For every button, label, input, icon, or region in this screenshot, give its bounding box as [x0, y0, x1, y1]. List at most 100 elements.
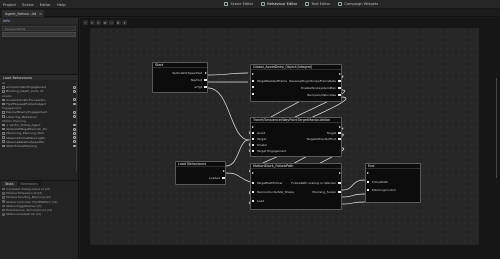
task-item[interactable]: Status:simplesC.lib (ld) [2, 212, 76, 216]
pin[interactable] [338, 137, 341, 140]
pin[interactable] [338, 190, 341, 193]
checkbox-icon[interactable] [2, 98, 5, 102]
tab-scene-editor-label: Scene Editor [230, 2, 254, 6]
pin[interactable] [366, 180, 369, 183]
checkbox-icon[interactable] [2, 85, 5, 89]
node-start[interactable]: Start VerticalDirSpeedSet Tap/Out aiTgt [152, 62, 208, 93]
pin[interactable] [338, 93, 341, 96]
toolbar-button[interactable]: ▾ [122, 20, 127, 25]
pin[interactable] [204, 78, 207, 81]
pin[interactable] [251, 143, 254, 146]
pin-exec[interactable] [338, 172, 341, 174]
checkbox-icon[interactable] [2, 144, 5, 148]
toolbar-button[interactable]: ⟲ [89, 20, 95, 25]
node-global-avoid[interactable]: Global_AvoidDeep_Object(Integral) Target… [250, 64, 342, 102]
unique-name-label: Unique Name [2, 26, 76, 31]
text-icon [305, 2, 310, 6]
pin-exec[interactable] [251, 73, 254, 75]
canvas-toolbar: + ⟲ ⟳ ⊞ ▭ ⚙ ▾ [83, 20, 127, 25]
tab-tasks[interactable]: Tasks [2, 181, 17, 186]
pin[interactable] [251, 199, 254, 202]
canvas-scrollbar[interactable] [495, 78, 497, 178]
checkbox-icon[interactable] [2, 123, 5, 127]
port-label: FollowPath scaling on Wander [291, 181, 336, 185]
pin-exec[interactable] [251, 126, 254, 128]
task-icon [2, 196, 5, 199]
pin[interactable] [251, 190, 254, 193]
task-icon [2, 208, 5, 212]
pin[interactable] [366, 188, 369, 191]
pin-exec[interactable] [338, 73, 341, 75]
node-motion-follow-path[interactable]: MotionBlock_FollowPath TargetPathFollow … [250, 163, 342, 210]
pin[interactable] [251, 131, 254, 134]
port-label: Kinetic [257, 143, 268, 147]
menu-project[interactable]: Project [0, 2, 19, 7]
scene-icon [224, 2, 229, 6]
toolbar-button[interactable]: ⊞ [102, 20, 108, 25]
toolbar-button[interactable]: + [83, 20, 88, 25]
checkbox-icon[interactable] [2, 127, 5, 131]
tab-text-editor[interactable]: Text Editor [305, 2, 330, 6]
port-label: Avoid [257, 131, 266, 135]
pin-exec[interactable] [222, 170, 225, 172]
pin[interactable] [251, 149, 254, 152]
pin-exec[interactable] [251, 172, 254, 174]
port-label: Target [326, 131, 336, 135]
checkbox-icon[interactable] [2, 140, 5, 144]
tab-scene-editor[interactable]: Scene Editor [224, 2, 253, 6]
document-tab[interactable]: Agent_Behav...ild × [2, 10, 44, 17]
port-label: ReconstructedVel_Shape [257, 190, 295, 194]
port-label: Target [257, 137, 267, 141]
checkbox-icon[interactable] [2, 102, 5, 106]
behaviour-list: AI aimAutomaticEngagement Blocking_Death_C… [0, 80, 78, 180]
pin[interactable] [251, 93, 254, 96]
menu-help[interactable]: Help [54, 2, 69, 7]
behaviour-scrollbar[interactable] [75, 82, 77, 172]
unique-name-input[interactable] [2, 32, 76, 37]
pin[interactable] [222, 176, 225, 179]
menu-scene[interactable]: Scene [19, 2, 37, 7]
node-title: MotionBlock_FollowPath [251, 164, 341, 169]
pin[interactable] [338, 181, 341, 184]
port-label: VerticalDirSpeedSet [172, 71, 202, 75]
toolbar-button[interactable]: ⟳ [96, 20, 101, 25]
node-load-behaviours[interactable]: Load Behaviours Loaded [175, 161, 226, 185]
node-title: Start [153, 63, 207, 68]
pin[interactable] [251, 137, 254, 140]
node-canvas[interactable]: + ⟲ ⟳ ⊞ ▭ ⚙ ▾ Start VerticalDirSpeedSet … [80, 18, 500, 259]
pin-exec[interactable] [204, 71, 207, 74]
port-label: PlanningControl [372, 188, 396, 192]
node-end[interactable]: End FollowPath PlanningControl [365, 163, 421, 203]
checkbox-icon[interactable] [2, 90, 5, 93]
node-title: Travel/Sequence/WayPointTargetManipulati… [251, 118, 341, 123]
behaviour-label: StaticFollowPlanning [6, 143, 38, 148]
document-tab-bar: Agent_Behav...ild × [0, 9, 500, 17]
pin[interactable] [251, 79, 254, 82]
toolbar-button[interactable]: ⚙ [115, 20, 121, 25]
tab-campaign-widgets[interactable]: Campaign Widgets [338, 2, 378, 6]
checkbox-icon[interactable] [2, 136, 5, 139]
pin[interactable] [338, 131, 341, 134]
pin[interactable] [251, 86, 254, 89]
tab-behaviour-editor[interactable]: Behaviour Editor [261, 2, 297, 6]
pin[interactable] [251, 181, 254, 184]
node-title: End [366, 164, 420, 169]
node-travel-sequence[interactable]: Travel/Sequence/WayPointTargetManipulati… [250, 117, 342, 157]
pin-exec[interactable] [338, 126, 341, 128]
checkbox-icon[interactable] [2, 115, 5, 118]
port-label: aiTgt [194, 85, 202, 89]
checkbox-icon[interactable] [2, 132, 5, 135]
menu-editor[interactable]: Editor [37, 2, 54, 7]
toolbar-button[interactable]: ▭ [109, 20, 114, 25]
task-label: Status:simplesC.lib (ld) [6, 212, 41, 217]
port-label: Tap/Out [190, 78, 202, 82]
pin-exec[interactable] [366, 172, 369, 174]
behaviour-item[interactable]: StaticFollowPlanning [2, 144, 76, 148]
checkbox-icon[interactable] [2, 111, 5, 114]
task-icon [2, 187, 5, 191]
pin[interactable] [338, 79, 341, 82]
pin[interactable] [338, 86, 341, 89]
pin[interactable] [204, 85, 207, 88]
close-icon[interactable]: × [39, 12, 42, 16]
tab-extensions[interactable]: Extensions [17, 181, 41, 186]
